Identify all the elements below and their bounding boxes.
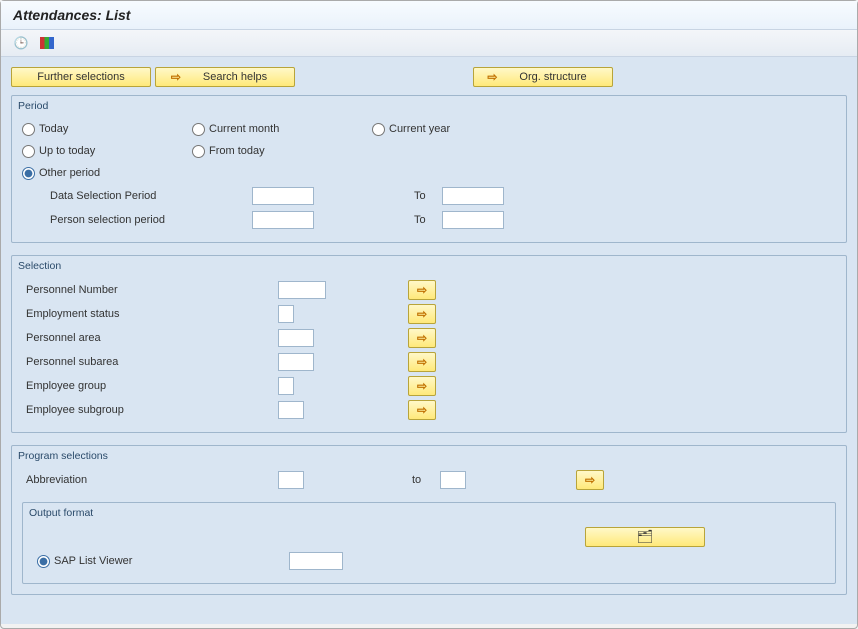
selection-multiselect-button[interactable]: ⇨ [408, 352, 436, 372]
period-group: Period Today Current month Current year … [11, 95, 847, 243]
org-structure-button[interactable]: ⇨ Org. structure [473, 67, 613, 87]
selection-row: Personnel subarea ⇨ [22, 350, 836, 374]
person-selection-from-input[interactable] [252, 211, 314, 229]
data-selection-to-input[interactable] [442, 187, 504, 205]
radio-current-month[interactable]: Current month [192, 123, 372, 136]
radio-sap-list-viewer-input[interactable] [37, 555, 50, 568]
layout-icon[interactable] [37, 34, 57, 52]
selection-row-input[interactable] [278, 329, 314, 347]
search-helps-label: Search helps [203, 71, 267, 83]
radio-sap-list-viewer[interactable]: SAP List Viewer [33, 555, 289, 568]
abbreviation-to-label: to [400, 474, 440, 486]
selection-row: Personnel Number ⇨ [22, 278, 836, 302]
selection-row: Employment status ⇨ [22, 302, 836, 326]
arrow-right-icon: ⇨ [417, 283, 427, 297]
period-legend: Period [18, 100, 836, 112]
execute-icon[interactable] [11, 34, 31, 52]
selection-row-input[interactable] [278, 377, 294, 395]
selection-row-input[interactable] [278, 401, 304, 419]
radio-current-month-label: Current month [209, 123, 279, 135]
abbreviation-label: Abbreviation [22, 474, 278, 486]
sheet-icon: 🗂 [637, 529, 654, 545]
abbreviation-multiselect-button[interactable]: ⇨ [576, 470, 604, 490]
radio-up-to-today-input[interactable] [22, 145, 35, 158]
radio-today-input[interactable] [22, 123, 35, 136]
arrow-right-icon: ⇨ [487, 70, 497, 84]
selection-row-label: Employment status [22, 308, 278, 320]
top-button-row: Further selections ⇨ Search helps ⇨ Org.… [11, 67, 847, 87]
radio-other-period-label: Other period [39, 167, 100, 179]
rgb-bars-icon [40, 37, 54, 49]
arrow-right-icon: ⇨ [417, 403, 427, 417]
selection-row: Personnel area ⇨ [22, 326, 836, 350]
selection-multiselect-button[interactable]: ⇨ [408, 400, 436, 420]
selection-row-label: Employee group [22, 380, 278, 392]
person-selection-period-label: Person selection period [22, 214, 252, 226]
program-selections-group: Program selections Abbreviation to ⇨ Out… [11, 445, 847, 595]
selection-multiselect-button[interactable]: ⇨ [408, 304, 436, 324]
selection-multiselect-button[interactable]: ⇨ [408, 280, 436, 300]
radio-up-to-today[interactable]: Up to today [22, 145, 192, 158]
selection-row: Employee subgroup ⇨ [22, 398, 836, 422]
radio-other-period-input[interactable] [22, 167, 35, 180]
output-format-legend: Output format [29, 507, 825, 519]
radio-other-period[interactable]: Other period [22, 167, 192, 180]
arrow-right-icon: ⇨ [417, 331, 427, 345]
person-selection-to-label: To [402, 214, 442, 226]
arrow-right-icon: ⇨ [417, 355, 427, 369]
selection-row-label: Employee subgroup [22, 404, 278, 416]
data-selection-to-label: To [402, 190, 442, 202]
arrow-right-icon: ⇨ [171, 70, 181, 84]
arrow-right-icon: ⇨ [585, 473, 595, 487]
program-legend: Program selections [18, 450, 836, 462]
selection-multiselect-button[interactable]: ⇨ [408, 376, 436, 396]
radio-current-year-input[interactable] [372, 123, 385, 136]
selection-row-input[interactable] [278, 281, 326, 299]
radio-from-today[interactable]: From today [192, 145, 372, 158]
radio-from-today-input[interactable] [192, 145, 205, 158]
selection-legend: Selection [18, 260, 836, 272]
output-layout-button[interactable]: 🗂 [585, 527, 705, 547]
radio-current-year[interactable]: Current year [372, 123, 522, 136]
data-selection-period-label: Data Selection Period [22, 190, 252, 202]
selection-row-label: Personnel subarea [22, 356, 278, 368]
alv-variant-input[interactable] [289, 552, 343, 570]
selection-multiselect-button[interactable]: ⇨ [408, 328, 436, 348]
arrow-right-icon: ⇨ [417, 379, 427, 393]
data-selection-from-input[interactable] [252, 187, 314, 205]
further-selections-button[interactable]: Further selections [11, 67, 151, 87]
radio-from-today-label: From today [209, 145, 265, 157]
arrow-right-icon: ⇨ [417, 307, 427, 321]
output-format-group: Output format 🗂 SAP List Viewer [22, 502, 836, 584]
org-structure-label: Org. structure [519, 71, 586, 83]
page-title: Attendances: List [1, 1, 857, 30]
content-area: Further selections ⇨ Search helps ⇨ Org.… [1, 57, 857, 624]
person-selection-to-input[interactable] [442, 211, 504, 229]
selection-row-input[interactable] [278, 305, 294, 323]
radio-today[interactable]: Today [22, 123, 192, 136]
abbreviation-from-input[interactable] [278, 471, 304, 489]
selection-row-label: Personnel Number [22, 284, 278, 296]
radio-up-to-today-label: Up to today [39, 145, 95, 157]
selection-row-label: Personnel area [22, 332, 278, 344]
toolbar [1, 30, 857, 57]
search-helps-button[interactable]: ⇨ Search helps [155, 67, 295, 87]
clock-icon [14, 36, 29, 50]
radio-current-year-label: Current year [389, 123, 450, 135]
radio-sap-list-viewer-label: SAP List Viewer [54, 555, 132, 567]
radio-current-month-input[interactable] [192, 123, 205, 136]
selection-row: Employee group ⇨ [22, 374, 836, 398]
selection-group: Selection Personnel Number⇨Employment st… [11, 255, 847, 433]
radio-today-label: Today [39, 123, 68, 135]
abbreviation-to-input[interactable] [440, 471, 466, 489]
selection-row-input[interactable] [278, 353, 314, 371]
